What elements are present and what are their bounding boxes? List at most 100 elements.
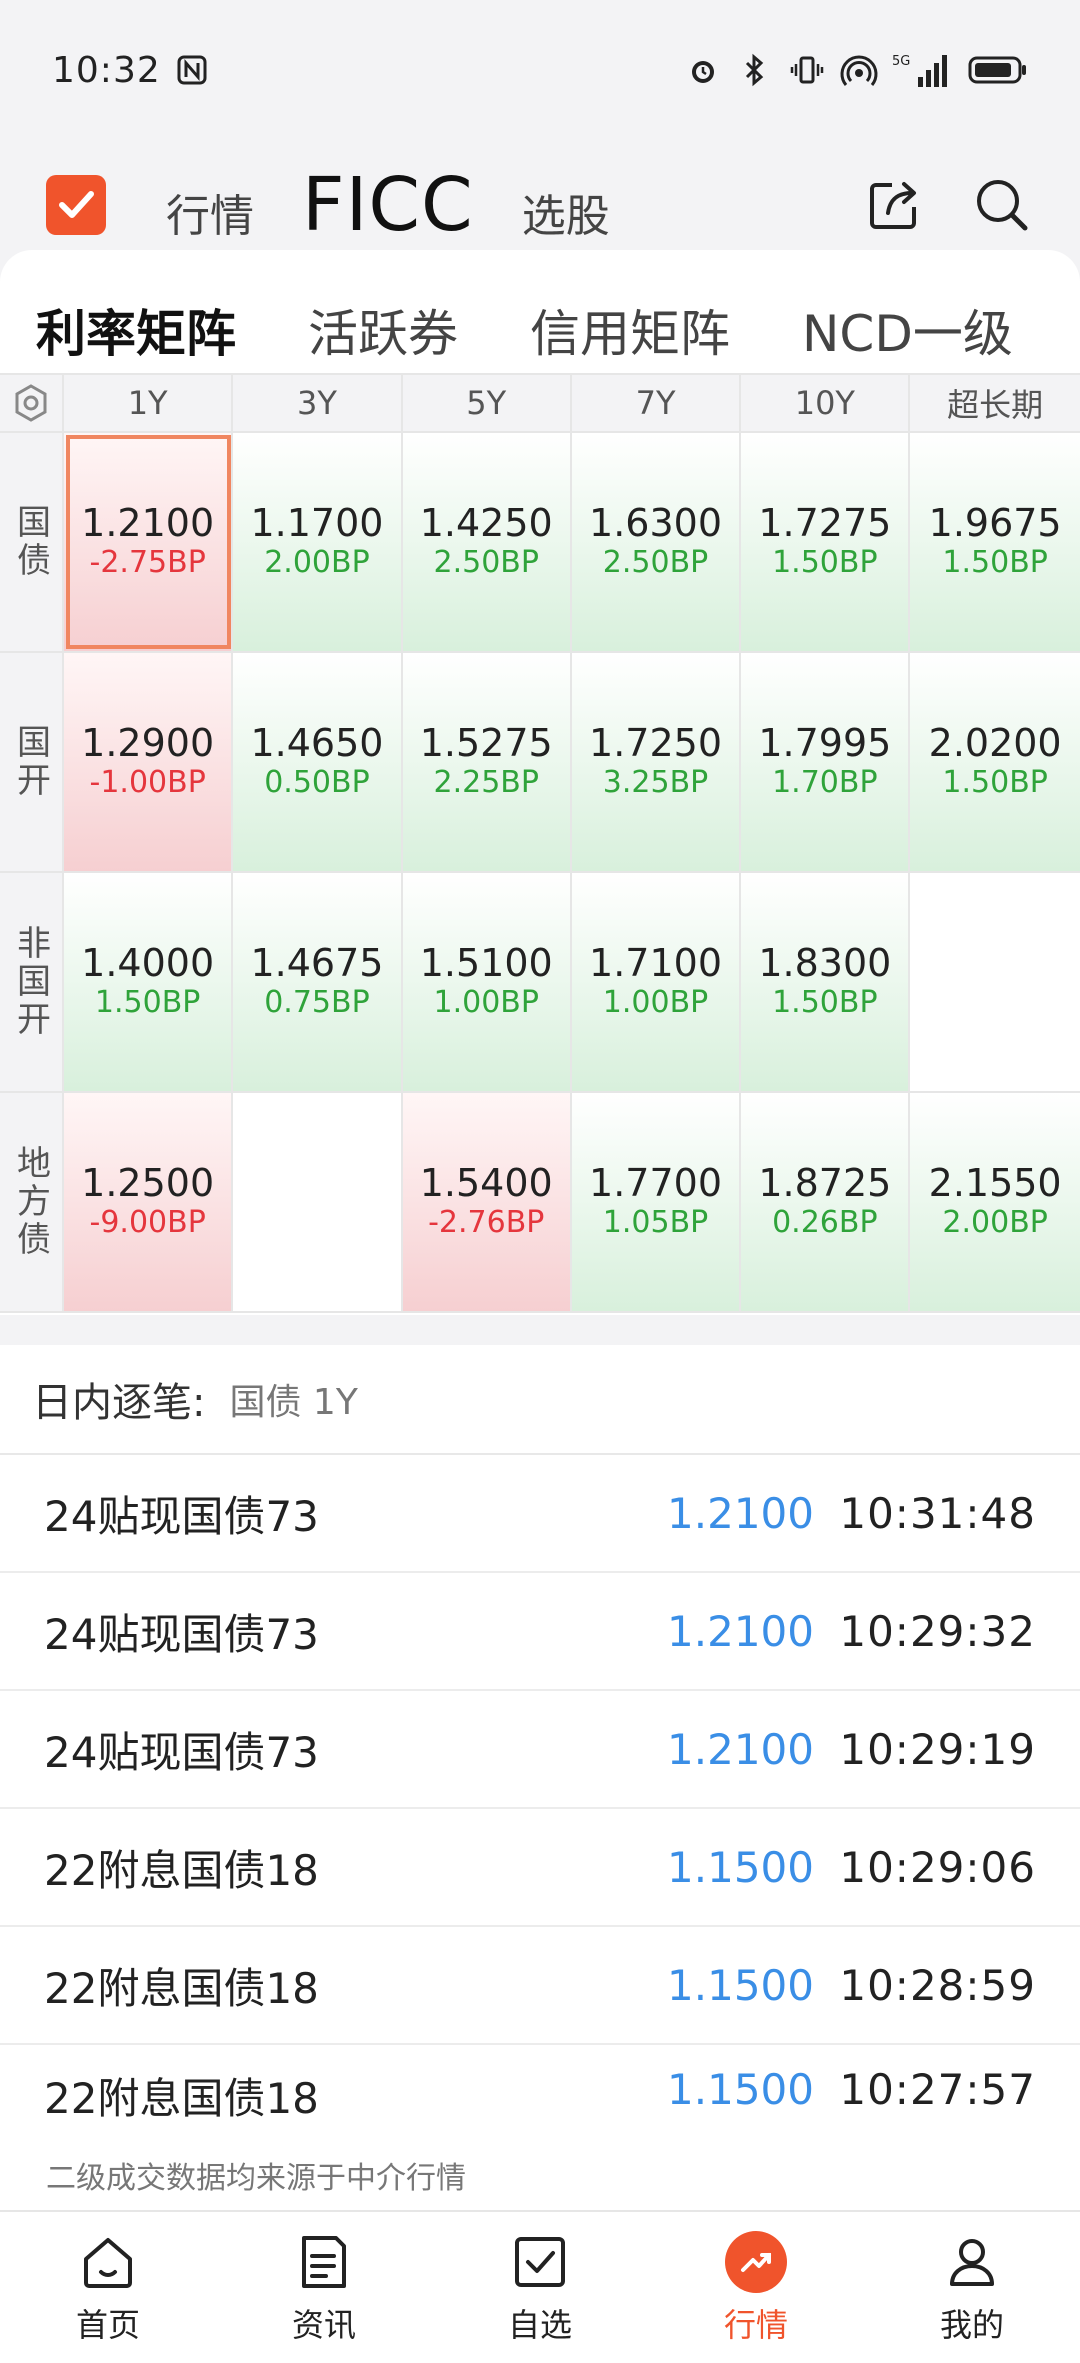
row-header[interactable]: 国债 (0, 433, 64, 651)
signal-5g-icon: 5G (892, 51, 952, 89)
tick-row[interactable]: 22附息国债18 1.1500 10:27:57 (0, 2045, 1080, 2145)
yield-change: 1.70BP (772, 764, 878, 800)
sub-tab-ncd-primary[interactable]: NCD一级 (802, 294, 1013, 366)
matrix-cell[interactable]: 1.5275 2.25BP (402, 653, 572, 871)
matrix-cell[interactable]: 1.2100 -2.75BP (64, 433, 234, 651)
matrix-cell[interactable]: 1.4675 0.75BP (233, 873, 403, 1091)
tick-time: 10:29:32 (839, 1606, 1036, 1656)
column-header-3y[interactable]: 3Y (233, 375, 403, 431)
signal-label: 5G (892, 54, 910, 69)
nav-market[interactable]: 行情 (648, 2212, 864, 2363)
settings-icon[interactable] (0, 375, 64, 431)
matrix-cell[interactable]: 1.1700 2.00BP (233, 433, 403, 651)
app-logo[interactable] (46, 175, 106, 235)
sub-tabs: 利率矩阵 活跃券 信用矩阵 NCD一级 (0, 290, 1080, 396)
yield-value: 1.5275 (419, 721, 553, 766)
yield-value: 1.4650 (250, 721, 384, 766)
yield-value: 1.7100 (589, 941, 723, 986)
yield-change: 1.50BP (772, 984, 878, 1020)
ticks-list: 24贴现国债73 1.2100 10:31:48 24贴现国债73 1.2100 10:2… (0, 1455, 1080, 2145)
yield-value: 1.8300 (758, 941, 892, 986)
matrix-header: 1Y 3Y 5Y 7Y 10Y 超长期 (0, 373, 1080, 433)
tick-row[interactable]: 24贴现国债73 1.2100 10:31:48 (0, 1455, 1080, 1573)
header-tab-ficc[interactable]: FICC (302, 162, 474, 248)
matrix-cell[interactable]: 1.4250 2.50BP (402, 433, 572, 651)
matrix-cell[interactable]: 1.4650 0.50BP (233, 653, 403, 871)
yield-change: -1.00BP (89, 764, 206, 800)
yield-change: 2.00BP (264, 544, 370, 580)
matrix-cell[interactable]: 2.1550 2.00BP (910, 1093, 1080, 1311)
yield-change: 0.26BP (772, 1204, 878, 1240)
matrix-cell[interactable]: 1.7275 1.50BP (741, 433, 911, 651)
tick-row[interactable]: 24贴现国债73 1.2100 10:29:19 (0, 1691, 1080, 1809)
matrix-cell[interactable]: 1.2500 -9.00BP (64, 1093, 234, 1311)
sub-tab-credit-matrix[interactable]: 信用矩阵 (530, 294, 730, 366)
news-icon (292, 2230, 356, 2294)
yield-change: 1.50BP (772, 544, 878, 580)
row-header[interactable]: 国开 (0, 653, 64, 871)
sub-tab-rate-matrix[interactable]: 利率矩阵 (36, 294, 236, 396)
header-tab-stock-picker[interactable]: 选股 (522, 166, 610, 244)
matrix-cell (910, 873, 1080, 1091)
yield-change: 1.50BP (942, 764, 1048, 800)
yield-change: 2.50BP (602, 544, 709, 580)
yield-value: 1.5100 (419, 941, 553, 986)
column-header-5y[interactable]: 5Y (403, 375, 572, 431)
nav-news[interactable]: 资讯 (216, 2212, 432, 2363)
column-header-1y[interactable]: 1Y (64, 375, 234, 431)
tick-time: 10:28:59 (839, 1960, 1036, 2010)
matrix-cell[interactable]: 1.9675 1.50BP (910, 433, 1080, 651)
matrix-cell[interactable]: 1.6300 2.50BP (571, 433, 742, 651)
matrix-cell[interactable]: 1.2900 -1.00BP (64, 653, 234, 871)
matrix-body: 国债 1.2100 -2.75BP 1.1700 2.00BP 1.4250 2.50BP 1… (0, 433, 1080, 1313)
matrix-cell[interactable]: 1.8725 0.26BP (741, 1093, 911, 1311)
yield-value: 1.7995 (758, 721, 892, 766)
search-icon[interactable] (970, 173, 1034, 237)
yield-value: 1.1700 (250, 501, 384, 546)
tick-row[interactable]: 22附息国债18 1.1500 10:28:59 (0, 1927, 1080, 2045)
matrix-cell[interactable]: 1.4000 1.50BP (64, 873, 234, 1091)
status-right: 5G (684, 51, 1030, 89)
nav-watchlist[interactable]: 自选 (432, 2212, 648, 2363)
row-header[interactable]: 地方债 (0, 1093, 64, 1311)
yield-change: 3.25BP (602, 764, 709, 800)
column-header-7y[interactable]: 7Y (572, 375, 742, 431)
column-header-10y[interactable]: 10Y (741, 375, 911, 431)
header-tab-market[interactable]: 行情 (166, 166, 254, 244)
yield-value: 1.7250 (589, 721, 723, 766)
yield-value: 2.1550 (928, 1161, 1062, 1206)
yield-value: 1.5400 (419, 1161, 553, 1206)
matrix-cell[interactable]: 1.5400 -2.76BP (402, 1093, 572, 1311)
tick-yield: 1.1500 (667, 1960, 814, 2010)
nav-profile[interactable]: 我的 (864, 2212, 1080, 2363)
yield-change: 1.00BP (602, 984, 709, 1020)
yield-change: 2.00BP (942, 1204, 1048, 1240)
yield-value: 1.2100 (81, 501, 215, 546)
tick-yield: 1.2100 (667, 1488, 814, 1538)
matrix-cell[interactable]: 1.5100 1.00BP (402, 873, 572, 1091)
yield-value: 1.4250 (419, 501, 553, 546)
rate-matrix: 1Y 3Y 5Y 7Y 10Y 超长期 国债 1.2100 -2.75BP 1.170… (0, 373, 1080, 1313)
tick-name: 22附息国债18 (44, 1963, 319, 2013)
hotspot-icon (840, 51, 878, 89)
ticks-selection: 国债 1Y (229, 1382, 358, 1423)
matrix-cell[interactable]: 1.7995 1.70BP (741, 653, 911, 871)
tick-yield: 1.2100 (667, 1724, 814, 1774)
column-header-ultra-long[interactable]: 超长期 (910, 375, 1079, 431)
yield-change: 0.75BP (264, 984, 370, 1020)
yield-change: 0.50BP (264, 764, 370, 800)
tick-row[interactable]: 22附息国债18 1.1500 10:29:06 (0, 1809, 1080, 1927)
tick-row[interactable]: 24贴现国债73 1.2100 10:29:32 (0, 1573, 1080, 1691)
row-header[interactable]: 非国开 (0, 873, 64, 1091)
matrix-cell[interactable]: 1.7100 1.00BP (571, 873, 742, 1091)
share-icon[interactable] (862, 173, 926, 237)
yield-change: 2.25BP (433, 764, 539, 800)
yield-change: 1.50BP (942, 544, 1048, 580)
sub-tab-active-bonds[interactable]: 活跃券 (308, 294, 458, 366)
matrix-cell[interactable]: 1.7700 1.05BP (571, 1093, 742, 1311)
matrix-cell[interactable]: 1.7250 3.25BP (571, 653, 742, 871)
tick-name: 22附息国债18 (44, 1845, 319, 1895)
matrix-cell[interactable]: 2.0200 1.50BP (910, 653, 1080, 871)
nav-home[interactable]: 首页 (0, 2212, 216, 2363)
matrix-cell[interactable]: 1.8300 1.50BP (741, 873, 911, 1091)
